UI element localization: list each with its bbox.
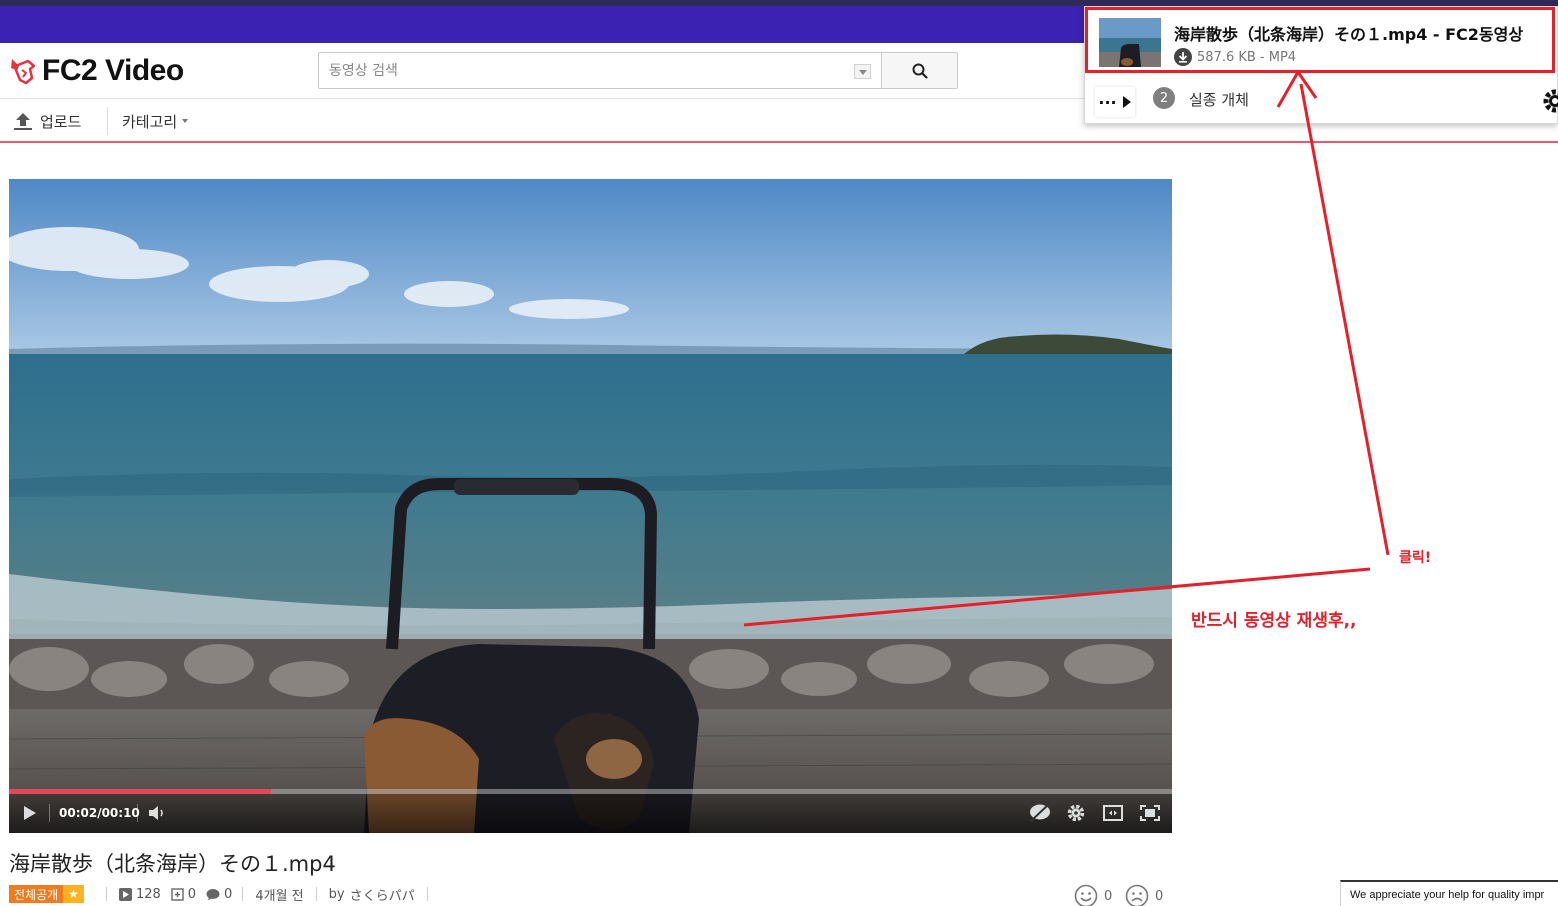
more-options-button[interactable]: ··· [1095,87,1135,117]
search-options-dropdown[interactable] [854,64,871,79]
play-icon [24,806,36,820]
category-menu[interactable]: 카테고리 [122,109,189,133]
play-first-annotation: 반드시 동영상 재생후,, [1191,611,1357,631]
controls-divider [49,804,50,822]
variants-count-badge: 2 [1153,87,1175,109]
meta-divider [242,887,244,901]
feedback-text: We appreciate your help for quality impr [1350,889,1545,901]
author-link[interactable]: さくらパパ [350,885,415,904]
popup-actions-row: ··· 2 실종 개체 [1085,79,1558,123]
nav-divider [107,107,108,135]
fc2-logo-icon [11,59,36,85]
additions-value: 0 [187,886,197,902]
dislike-button[interactable]: 0 [1125,884,1163,906]
download-file-info: 587.6 KB - MP4 [1174,48,1296,66]
star-badge: ★ [63,885,84,903]
upload-label: 업로드 [40,112,82,131]
time-display: 00:02/00:10 [59,806,140,820]
views-value: 128 [135,886,161,902]
fullscreen-button[interactable] [1138,802,1162,824]
search-icon [912,63,928,79]
add-to-list-icon [171,887,184,901]
upload-link[interactable]: 업로드 [12,109,81,133]
comments-value: 0 [224,886,233,902]
settings-button[interactable] [1064,802,1088,824]
comment-icon [206,888,220,900]
frown-icon [1125,884,1149,906]
meta-divider [315,887,317,901]
more-label: ··· [1098,92,1117,112]
fullscreen-icon [1140,805,1160,821]
video-frame-beach-scene [9,179,1172,833]
caption-toggle-button[interactable] [1027,802,1053,824]
play-arrow-icon [1122,96,1131,108]
volume-icon [149,806,163,820]
caret-down-icon [182,119,189,123]
dislikes-value: 0 [1155,888,1164,904]
video-title: 海岸散歩（北条海岸）その１.mp4 [9,852,336,876]
fc2-logo[interactable]: FC2 Video [8,53,184,89]
smile-icon [1074,884,1098,906]
video-thumbnail [1099,18,1161,67]
meta-divider [426,887,428,901]
likes-value: 0 [1104,888,1113,904]
download-title: 海岸散歩（北条海岸）その１.mp4 - FC2동영상 [1174,25,1524,44]
player-controls: 00:02/00:10 [9,794,1172,833]
theater-mode-button[interactable] [1101,802,1125,824]
comments-count: 0 [206,887,232,902]
by-label: by [328,886,345,902]
logo-text: FC2 Video [42,54,184,87]
like-button[interactable]: 0 [1074,884,1112,906]
click-annotation: 클릭! [1399,550,1432,566]
feedback-banner[interactable]: We appreciate your help for quality impr [1340,880,1558,906]
page-root: FC2 Video 업로드 카테고리 [0,0,1558,906]
gear-icon[interactable] [1537,87,1558,115]
category-label: 카테고리 [122,112,178,131]
download-item[interactable]: 海岸散歩（北条海岸）その１.mp4 - FC2동영상 587.6 KB - MP… [1085,7,1555,73]
play-button[interactable] [19,802,41,824]
play-count-icon [118,887,132,901]
gear-icon [1067,804,1085,822]
file-info-text: 587.6 KB - MP4 [1197,49,1297,65]
meta-divider [105,887,107,901]
views-count: 128 [118,886,161,902]
download-icon [1174,48,1192,66]
video-player[interactable]: 00:02/00:10 [9,179,1172,833]
search-box [318,52,882,89]
controls-divider [137,804,138,822]
visibility-badge: 전체공개 [9,885,64,903]
upload-age: 4개월 전 [255,888,304,904]
upload-icon [14,113,32,130]
volume-button[interactable] [145,802,169,824]
speech-off-icon [1030,803,1050,822]
search-button[interactable] [881,52,958,89]
search-input[interactable] [319,53,839,88]
theater-icon [1103,805,1123,821]
download-extension-popup: 海岸散歩（北条海岸）その１.mp4 - FC2동영상 587.6 KB - MP… [1084,6,1558,124]
video-meta: 전체공개 ★ 128 0 0 4개월 전 by さくらパパ [9,884,440,904]
variants-label[interactable]: 실종 개체 [1189,89,1249,110]
additions-count: 0 [171,887,196,902]
